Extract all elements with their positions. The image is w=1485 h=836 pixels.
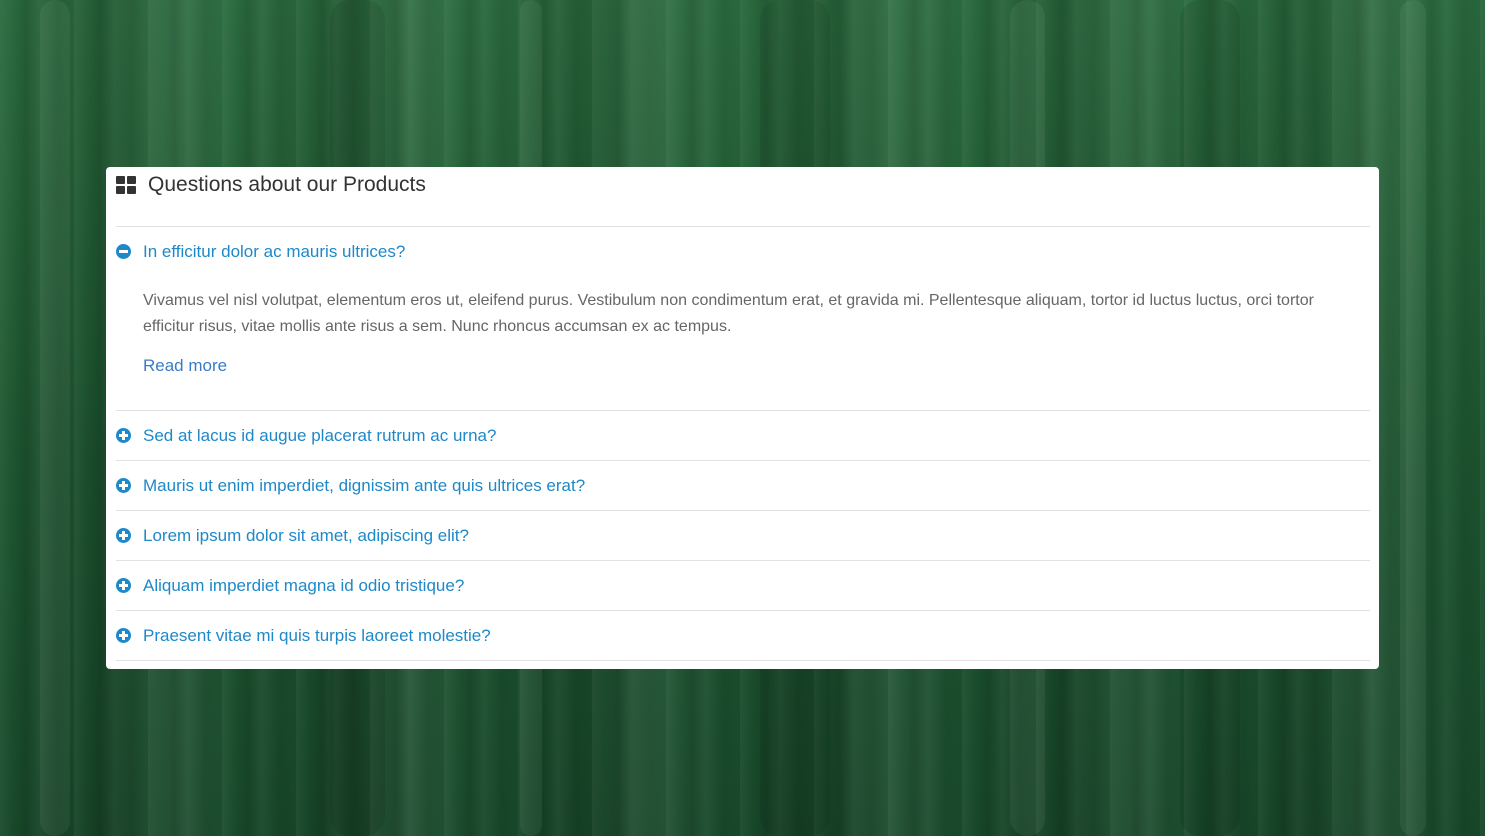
faq-question[interactable]: Lorem ipsum dolor sit amet, adipiscing e… bbox=[143, 526, 469, 546]
faq-answer: Vivamus vel nisl volutpat, elementum ero… bbox=[116, 276, 1370, 410]
minus-circle-icon[interactable] bbox=[116, 244, 131, 259]
faq-question-toggle[interactable]: Sed at lacus id augue placerat rutrum ac… bbox=[116, 411, 1370, 460]
faq-item: Aliquam imperdiet magna id odio tristiqu… bbox=[116, 560, 1370, 610]
plus-circle-icon[interactable] bbox=[116, 478, 131, 493]
plus-circle-icon[interactable] bbox=[116, 578, 131, 593]
panel-title: Questions about our Products bbox=[148, 173, 426, 196]
faq-question[interactable]: Sed at lacus id augue placerat rutrum ac… bbox=[143, 426, 496, 446]
faq-question-toggle[interactable]: Aliquam imperdiet magna id odio tristiqu… bbox=[116, 561, 1370, 610]
faq-question-toggle[interactable]: In efficitur dolor ac mauris ultrices? bbox=[116, 227, 1370, 276]
grid-icon bbox=[116, 176, 136, 194]
panel-header: Questions about our Products bbox=[116, 167, 426, 203]
faq-question-toggle[interactable]: Praesent vitae mi quis turpis laoreet mo… bbox=[116, 611, 1370, 660]
faq-item: Lorem ipsum dolor sit amet, adipiscing e… bbox=[116, 510, 1370, 560]
faq-question[interactable]: Aliquam imperdiet magna id odio tristiqu… bbox=[143, 576, 464, 596]
faq-list: In efficitur dolor ac mauris ultrices? V… bbox=[116, 226, 1370, 661]
faq-question-toggle[interactable]: Mauris ut enim imperdiet, dignissim ante… bbox=[116, 461, 1370, 510]
faq-question[interactable]: Mauris ut enim imperdiet, dignissim ante… bbox=[143, 476, 585, 496]
background-texture bbox=[40, 0, 70, 836]
plus-circle-icon[interactable] bbox=[116, 628, 131, 643]
faq-item: Praesent vitae mi quis turpis laoreet mo… bbox=[116, 610, 1370, 661]
faq-item: Mauris ut enim imperdiet, dignissim ante… bbox=[116, 460, 1370, 510]
background-texture bbox=[1400, 0, 1426, 836]
faq-question[interactable]: In efficitur dolor ac mauris ultrices? bbox=[143, 242, 405, 262]
faq-item: In efficitur dolor ac mauris ultrices? V… bbox=[116, 226, 1370, 410]
faq-question[interactable]: Praesent vitae mi quis turpis laoreet mo… bbox=[143, 626, 491, 646]
plus-circle-icon[interactable] bbox=[116, 428, 131, 443]
read-more-link[interactable]: Read more bbox=[143, 356, 227, 376]
faq-answer-text: Vivamus vel nisl volutpat, elementum ero… bbox=[143, 292, 1314, 335]
plus-circle-icon[interactable] bbox=[116, 528, 131, 543]
faq-item: Sed at lacus id augue placerat rutrum ac… bbox=[116, 410, 1370, 460]
faq-question-toggle[interactable]: Lorem ipsum dolor sit amet, adipiscing e… bbox=[116, 511, 1370, 560]
faq-panel: Questions about our Products In efficitu… bbox=[106, 167, 1379, 669]
